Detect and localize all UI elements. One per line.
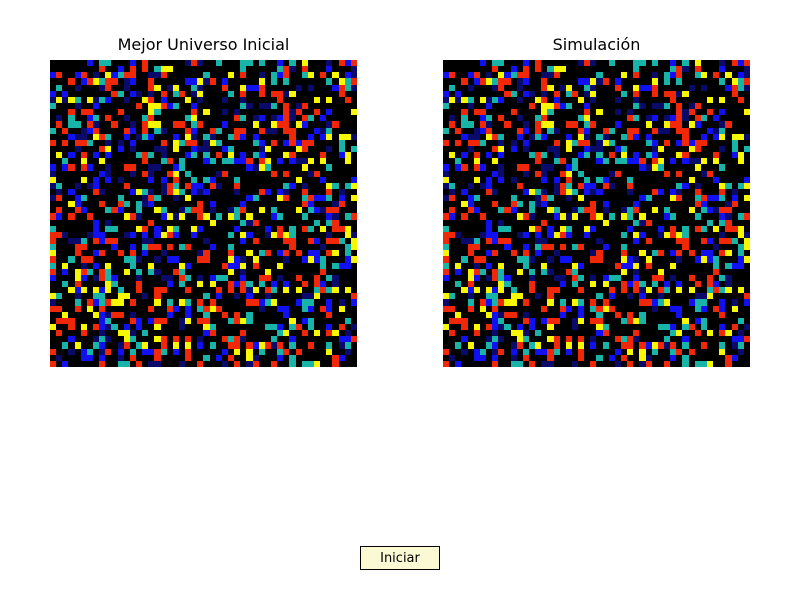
simulation-title: Simulación <box>552 35 641 54</box>
initial-universe-grid <box>50 60 357 367</box>
simulation-grid <box>443 60 750 367</box>
grid-cell <box>350 360 357 367</box>
app-window: Mejor Universo Inicial Simulación Inicia… <box>0 0 800 600</box>
initial-universe-title: Mejor Universo Inicial <box>117 35 290 54</box>
